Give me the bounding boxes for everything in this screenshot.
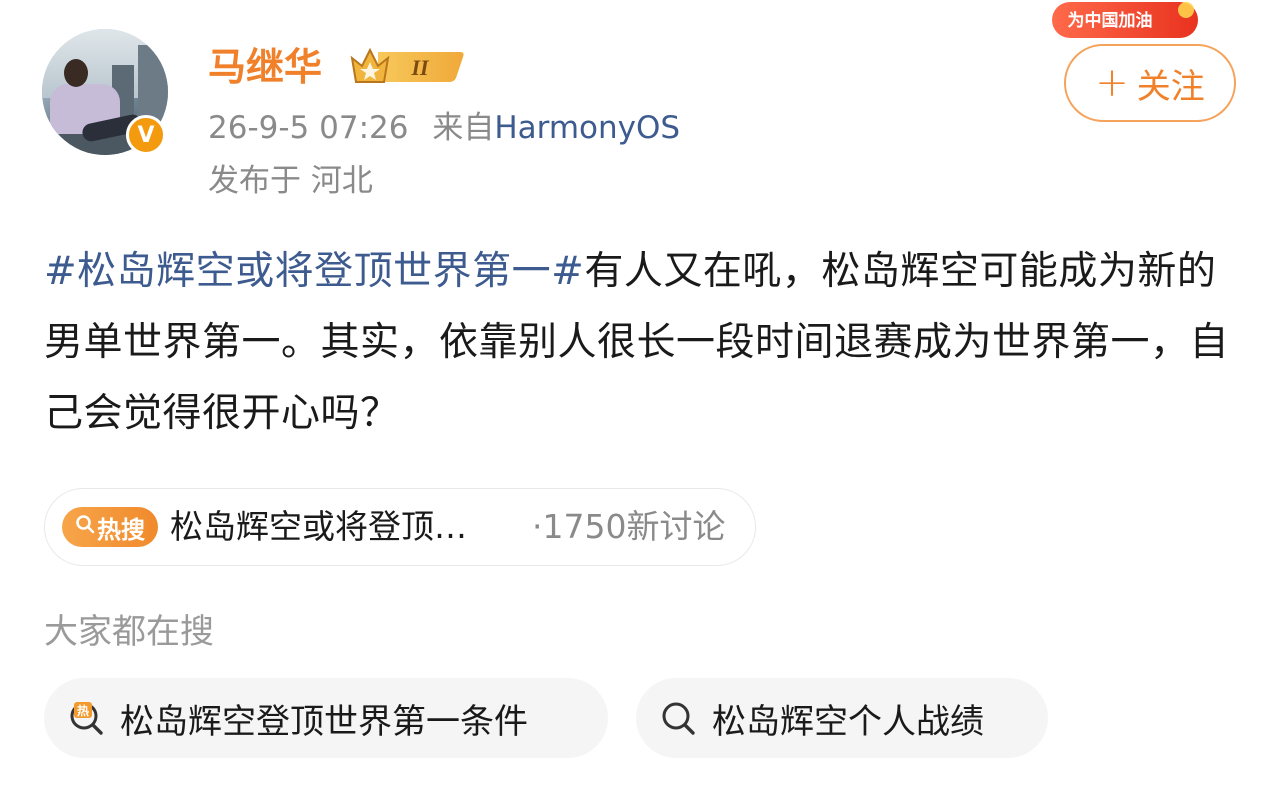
- cheer-badge-icon: 为中国加油: [1052, 2, 1198, 38]
- post-hashtag-link[interactable]: #松岛辉空或将登顶世界第一#: [44, 249, 584, 294]
- follow-button[interactable]: + 关注: [1064, 44, 1236, 122]
- hot-search-topic[interactable]: 松岛辉空或将登顶…: [170, 506, 467, 548]
- hot-search-tag: 热搜: [62, 507, 158, 547]
- verified-badge-icon: V: [126, 115, 166, 155]
- search-suggestion-label: 松岛辉空登顶世界第一条件: [120, 701, 528, 742]
- post-location: 发布于 河北: [208, 163, 373, 199]
- search-suggestion-chip[interactable]: 松岛辉空个人战绩: [636, 678, 1048, 758]
- search-suggestion-chip[interactable]: 热 松岛辉空登顶世界第一条件: [44, 678, 608, 758]
- follow-label: 关注: [1136, 66, 1205, 107]
- plus-icon: +: [1095, 60, 1129, 106]
- vip-level-label: II: [410, 55, 430, 80]
- search-icon: [75, 514, 95, 540]
- everyone-search-title: 大家都在搜: [44, 612, 214, 652]
- search-icon: [662, 702, 695, 735]
- svg-text:为中国加油: 为中国加油: [1068, 10, 1153, 31]
- hot-search-icon: 热: [70, 702, 103, 735]
- svg-text:热: 热: [77, 703, 89, 718]
- hot-search-count: ·1750新讨论: [532, 507, 726, 546]
- vip-crown-badge-icon[interactable]: II: [348, 44, 466, 86]
- search-suggestion-label: 松岛辉空个人战绩: [712, 701, 984, 742]
- post-source-prefix: 来自: [432, 110, 495, 146]
- post-device-link[interactable]: HarmonyOS: [494, 110, 680, 146]
- post-time: 26-9-5 07:26: [208, 110, 409, 146]
- post-meta: 26-9-5 07:26 来自HarmonyOS: [208, 108, 680, 148]
- hot-search-tag-label: 热搜: [97, 515, 145, 544]
- username[interactable]: 马继华: [208, 42, 322, 92]
- post-body: #松岛辉空或将登顶世界第一#有人又在吼，松岛辉空可能成为新的男单世界第一。其实，…: [44, 236, 1244, 449]
